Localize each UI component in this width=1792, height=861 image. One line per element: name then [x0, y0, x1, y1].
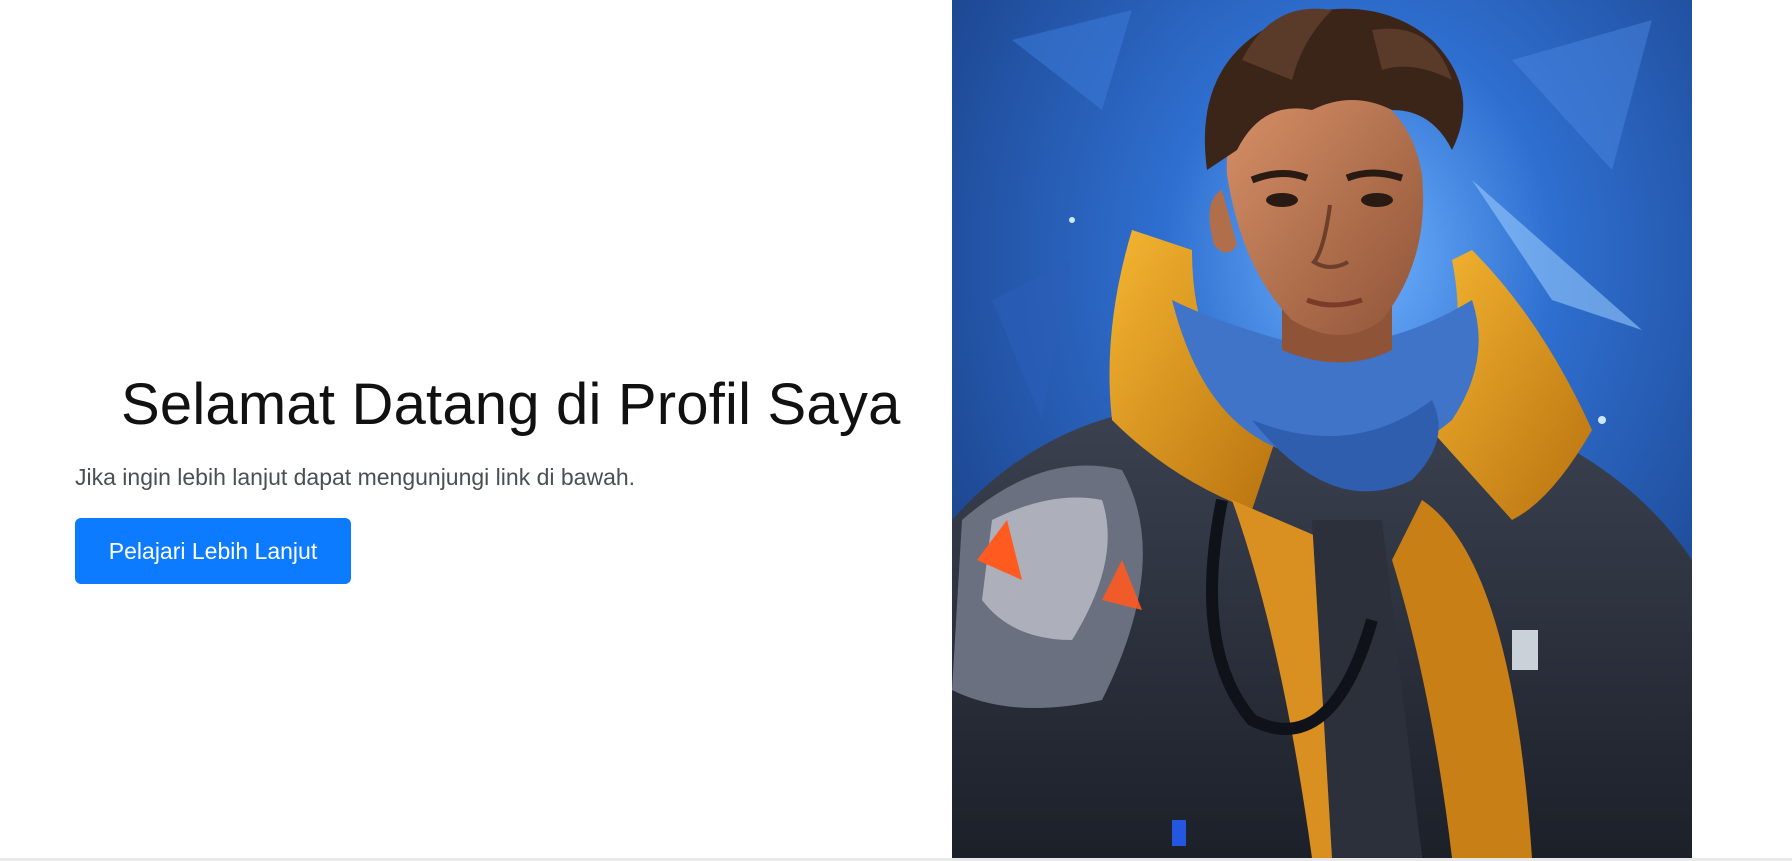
landing-page: Selamat Datang di Profil Saya Jika ingin… [0, 0, 1792, 861]
profile-portrait [952, 0, 1692, 858]
learn-more-button[interactable]: Pelajari Lebih Lanjut [75, 518, 351, 584]
hero-subtitle: Jika ingin lebih lanjut dapat mengunjung… [75, 464, 636, 490]
hero-title: Selamat Datang di Profil Saya [121, 372, 901, 437]
profile-portrait-illustration [952, 0, 1692, 858]
hero-section: Selamat Datang di Profil Saya Jika ingin… [75, 370, 935, 584]
